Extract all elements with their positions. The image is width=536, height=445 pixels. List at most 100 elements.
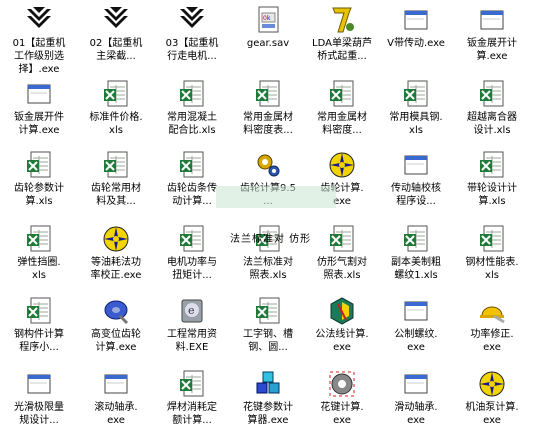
file-item[interactable]: 带轮设计计 算.xls bbox=[453, 148, 531, 220]
file-item[interactable]: 公制螺纹. exe bbox=[377, 294, 455, 366]
excel-icon bbox=[254, 79, 282, 109]
file-item[interactable]: 花键参数计 算器.exe bbox=[229, 367, 307, 439]
file-label: 光滑极限量 规设计... bbox=[14, 402, 64, 426]
excel-icon bbox=[178, 79, 206, 109]
sav-file-icon: 0k bbox=[254, 5, 282, 35]
file-item[interactable]: 副本美制粗 螺纹1.xls bbox=[377, 222, 455, 294]
file-item[interactable]: 钣金展开计 算.exe bbox=[453, 3, 531, 75]
file-label: 工字钢、槽 钢、圆... bbox=[243, 329, 293, 353]
file-item[interactable]: 公法线计算. exe bbox=[303, 294, 381, 366]
file-label: 公法线计算. exe bbox=[315, 329, 369, 353]
file-item[interactable]: 02【起重机 主梁截... bbox=[77, 3, 155, 75]
file-label: 齿轮计算9.5 ... bbox=[240, 183, 296, 207]
file-label: 传动轴校核 程序设... bbox=[391, 183, 441, 207]
file-label: 带轮设计计 算.xls bbox=[467, 183, 517, 207]
file-item[interactable]: 0 k gear.sav bbox=[229, 3, 307, 75]
file-label: V带传动.exe bbox=[387, 38, 445, 49]
file-item[interactable]: LDA单梁葫芦 桥式起重... bbox=[303, 3, 381, 75]
file-label: 副本美制粗 螺纹1.xls bbox=[391, 257, 441, 281]
exe-window-icon bbox=[102, 369, 130, 399]
file-label: 机油泵计算. exe bbox=[465, 402, 519, 426]
file-label: 超越离合器 设计.xls bbox=[467, 112, 517, 136]
excel-icon bbox=[178, 224, 206, 254]
file-label: 花键计算. exe bbox=[320, 402, 364, 426]
file-item[interactable]: 传动轴校核 程序设... bbox=[377, 148, 455, 220]
excel-icon bbox=[478, 224, 506, 254]
file-item[interactable]: 光滑极限量 规设计... bbox=[0, 367, 78, 439]
file-item[interactable]: 钢材性能表. xls bbox=[453, 222, 531, 294]
exe-window-icon bbox=[478, 5, 506, 35]
file-label: 等油耗法功 率校正.exe bbox=[90, 257, 142, 281]
file-label: 钣金展开计 算.exe bbox=[467, 38, 517, 62]
file-item[interactable]: 弹性挡圈. xls bbox=[0, 222, 78, 294]
file-item[interactable]: 法兰标准对 照表.xls bbox=[229, 222, 307, 294]
excel-icon bbox=[328, 79, 356, 109]
file-label: 齿轮常用材 料及其... bbox=[91, 183, 141, 207]
file-label: 焊材消耗定 额计算... bbox=[167, 402, 217, 426]
disc-icon bbox=[102, 296, 130, 326]
excel-icon bbox=[478, 150, 506, 180]
file-label: 标准件价格. xls bbox=[89, 112, 143, 136]
file-label: 01【起重机 工作级别选 择】.exe bbox=[12, 38, 66, 75]
excel-icon bbox=[25, 224, 53, 254]
excel-icon bbox=[102, 150, 130, 180]
file-item[interactable]: 01【起重机 工作级别选 择】.exe bbox=[0, 3, 78, 75]
file-item[interactable]: 滚动轴承. exe bbox=[77, 367, 155, 439]
file-item[interactable]: 常用模具钢. xls bbox=[377, 77, 455, 149]
file-item[interactable]: 超越离合器 设计.xls bbox=[453, 77, 531, 149]
file-label: 花键参数计 算器.exe bbox=[243, 402, 293, 426]
excel-icon bbox=[478, 79, 506, 109]
file-label: 公制螺纹. exe bbox=[394, 329, 438, 353]
file-label: 高变位齿轮 计算.exe bbox=[91, 329, 141, 353]
file-label: 常用金属材 料密度... bbox=[317, 112, 367, 136]
file-item[interactable]: 焊材消耗定 额计算... bbox=[153, 367, 231, 439]
file-item[interactable]: 齿轮常用材 料及其... bbox=[77, 148, 155, 220]
file-label: 常用模具钢. xls bbox=[389, 112, 443, 136]
file-item[interactable]: 仿形气割对 照表.xls bbox=[303, 222, 381, 294]
exe-window-icon bbox=[402, 150, 430, 180]
file-label: 02【起重机 主梁截... bbox=[89, 38, 143, 62]
file-label: 电机功率与 扭矩计... bbox=[167, 257, 217, 281]
hexagon-icon bbox=[328, 296, 356, 326]
excel-icon bbox=[254, 224, 282, 254]
file-label: 常用混凝土 配合比.xls bbox=[167, 112, 217, 136]
file-item[interactable]: 齿轮计算9.5 ... bbox=[229, 148, 307, 220]
exe-window-icon bbox=[402, 296, 430, 326]
file-label: 仿形气割对 照表.xls bbox=[317, 257, 367, 281]
file-label: 钣金展开件 计算.exe bbox=[14, 112, 64, 136]
file-item[interactable]: 常用混凝土 配合比.xls bbox=[153, 77, 231, 149]
file-item[interactable]: 齿轮参数计 算.xls bbox=[0, 148, 78, 220]
crane-logo-icon bbox=[102, 5, 130, 35]
file-item[interactable]: e 工程常用资 料.EXE bbox=[153, 294, 231, 366]
file-item[interactable]: 机油泵计算. exe bbox=[453, 367, 531, 439]
file-item[interactable]: 花键计算. exe bbox=[303, 367, 381, 439]
file-item[interactable]: 等油耗法功 率校正.exe bbox=[77, 222, 155, 294]
excel-icon bbox=[178, 369, 206, 399]
file-item[interactable]: 03【起重机 行走电机... bbox=[153, 3, 231, 75]
file-label: 03【起重机 行走电机... bbox=[165, 38, 219, 62]
file-item[interactable]: 齿轮齿条传 动计算... bbox=[153, 148, 231, 220]
file-item[interactable]: 滑动轴承. exe bbox=[377, 367, 455, 439]
starburst-icon bbox=[102, 224, 130, 254]
file-item[interactable]: 功率修正. exe bbox=[453, 294, 531, 366]
file-item[interactable]: 钣金展开件 计算.exe bbox=[0, 77, 78, 149]
svg-text:k: k bbox=[267, 15, 271, 22]
cubes-icon bbox=[254, 369, 282, 399]
file-item[interactable]: 工字钢、槽 钢、圆... bbox=[229, 294, 307, 366]
file-label: 钢构件计算 程序小... bbox=[14, 329, 64, 353]
excel-icon bbox=[25, 296, 53, 326]
gear-red-icon bbox=[328, 369, 356, 399]
file-label: LDA单梁葫芦 桥式起重... bbox=[312, 38, 372, 62]
excel-icon bbox=[102, 79, 130, 109]
file-item[interactable]: 钢构件计算 程序小... bbox=[0, 294, 78, 366]
file-item[interactable]: 电机功率与 扭矩计... bbox=[153, 222, 231, 294]
excel-icon bbox=[402, 224, 430, 254]
file-item[interactable]: 标准件价格. xls bbox=[77, 77, 155, 149]
file-item[interactable]: V带传动.exe bbox=[377, 3, 455, 75]
file-item[interactable]: 高变位齿轮 计算.exe bbox=[77, 294, 155, 366]
file-label: 功率修正. exe bbox=[470, 329, 514, 353]
file-item[interactable]: 常用金属材 料密度表... bbox=[229, 77, 307, 149]
file-label: 弹性挡圈. xls bbox=[17, 257, 61, 281]
file-item[interactable]: 齿轮计算. exe bbox=[303, 148, 381, 220]
file-item[interactable]: 常用金属材 料密度... bbox=[303, 77, 381, 149]
